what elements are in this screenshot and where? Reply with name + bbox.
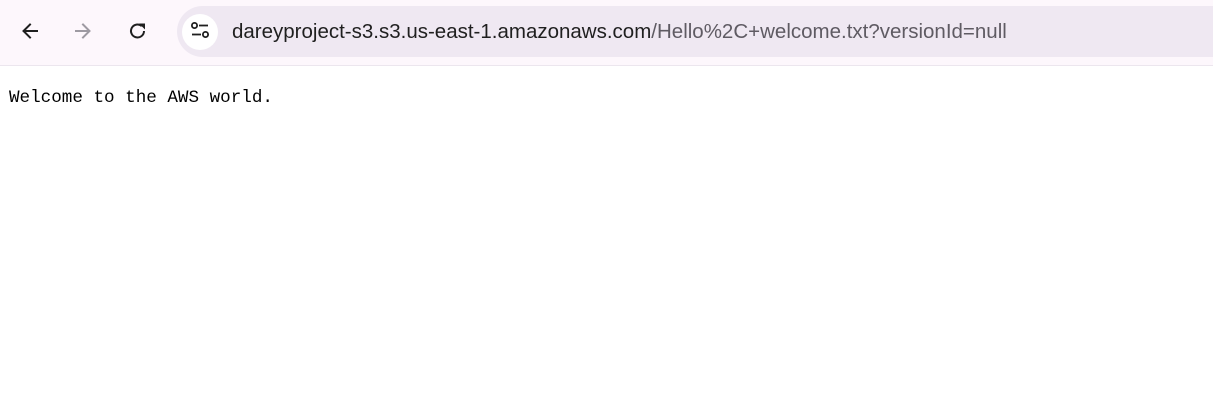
forward-button[interactable] [67,15,99,47]
site-info-button[interactable] [182,14,218,50]
address-bar[interactable]: dareyproject-s3.s3.us-east-1.amazonaws.c… [177,6,1213,57]
page-text: Welcome to the AWS world. [9,88,273,108]
url-path: /Hello%2C+welcome.txt?versionId=null [651,20,1007,43]
back-button[interactable] [14,15,46,47]
reload-button[interactable] [122,15,154,47]
tune-icon [189,19,211,46]
arrow-right-icon [73,21,93,41]
browser-toolbar: dareyproject-s3.s3.us-east-1.amazonaws.c… [0,0,1213,66]
arrow-left-icon [20,21,40,41]
reload-icon [128,21,148,41]
url-host: dareyproject-s3.s3.us-east-1.amazonaws.c… [232,20,652,43]
url-text[interactable]: dareyproject-s3.s3.us-east-1.amazonaws.c… [232,6,1007,57]
